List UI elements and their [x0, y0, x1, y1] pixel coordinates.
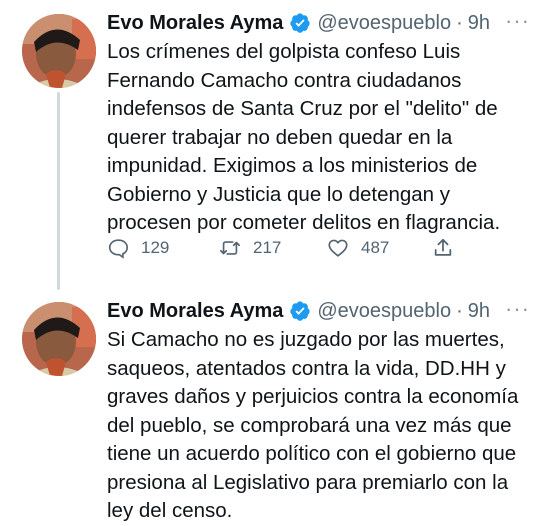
more-options-icon[interactable]: ···	[505, 8, 530, 34]
author-name[interactable]: Evo Morales Ayma	[107, 300, 283, 323]
like-button[interactable]: 487	[327, 233, 389, 263]
avatar[interactable]	[22, 14, 96, 88]
avatar-image	[22, 302, 96, 376]
thread-connector-line	[57, 92, 60, 290]
share-icon	[434, 238, 452, 256]
like-count: 487	[361, 238, 390, 257]
reply-button[interactable]: 129	[107, 233, 169, 263]
share-button[interactable]	[432, 233, 454, 263]
retweet-button[interactable]: 217	[219, 233, 281, 263]
reply-icon	[108, 239, 128, 259]
tweet-text: Los crímenes del golpista confeso Luis F…	[107, 40, 501, 234]
avatar-image	[22, 14, 96, 88]
separator-dot: ·	[456, 11, 463, 34]
heart-icon	[328, 239, 348, 257]
tweet-header: Evo Morales Ayma @evoespueblo · 9h ···	[107, 296, 540, 326]
author-handle[interactable]: @evoespueblo	[317, 300, 451, 323]
separator-dot: ·	[456, 299, 463, 322]
author-name[interactable]: Evo Morales Ayma	[107, 12, 283, 35]
timestamp[interactable]: 9h	[468, 12, 490, 35]
more-options-icon[interactable]: ···	[505, 296, 530, 322]
tweet-text: Si Camacho no es juzgado por las muertes…	[107, 328, 519, 522]
avatar[interactable]	[22, 302, 96, 376]
tweet-header: Evo Morales Ayma @evoespueblo · 9h ···	[107, 8, 540, 38]
retweet-count: 217	[253, 238, 282, 257]
verified-badge-icon	[289, 12, 311, 34]
timestamp[interactable]: 9h	[468, 300, 490, 323]
tweet-actions: 129 217 487	[107, 233, 507, 263]
retweet-icon	[220, 241, 240, 255]
reply-count: 129	[141, 238, 170, 257]
author-handle[interactable]: @evoespueblo	[317, 12, 451, 35]
verified-badge-icon	[289, 300, 311, 322]
